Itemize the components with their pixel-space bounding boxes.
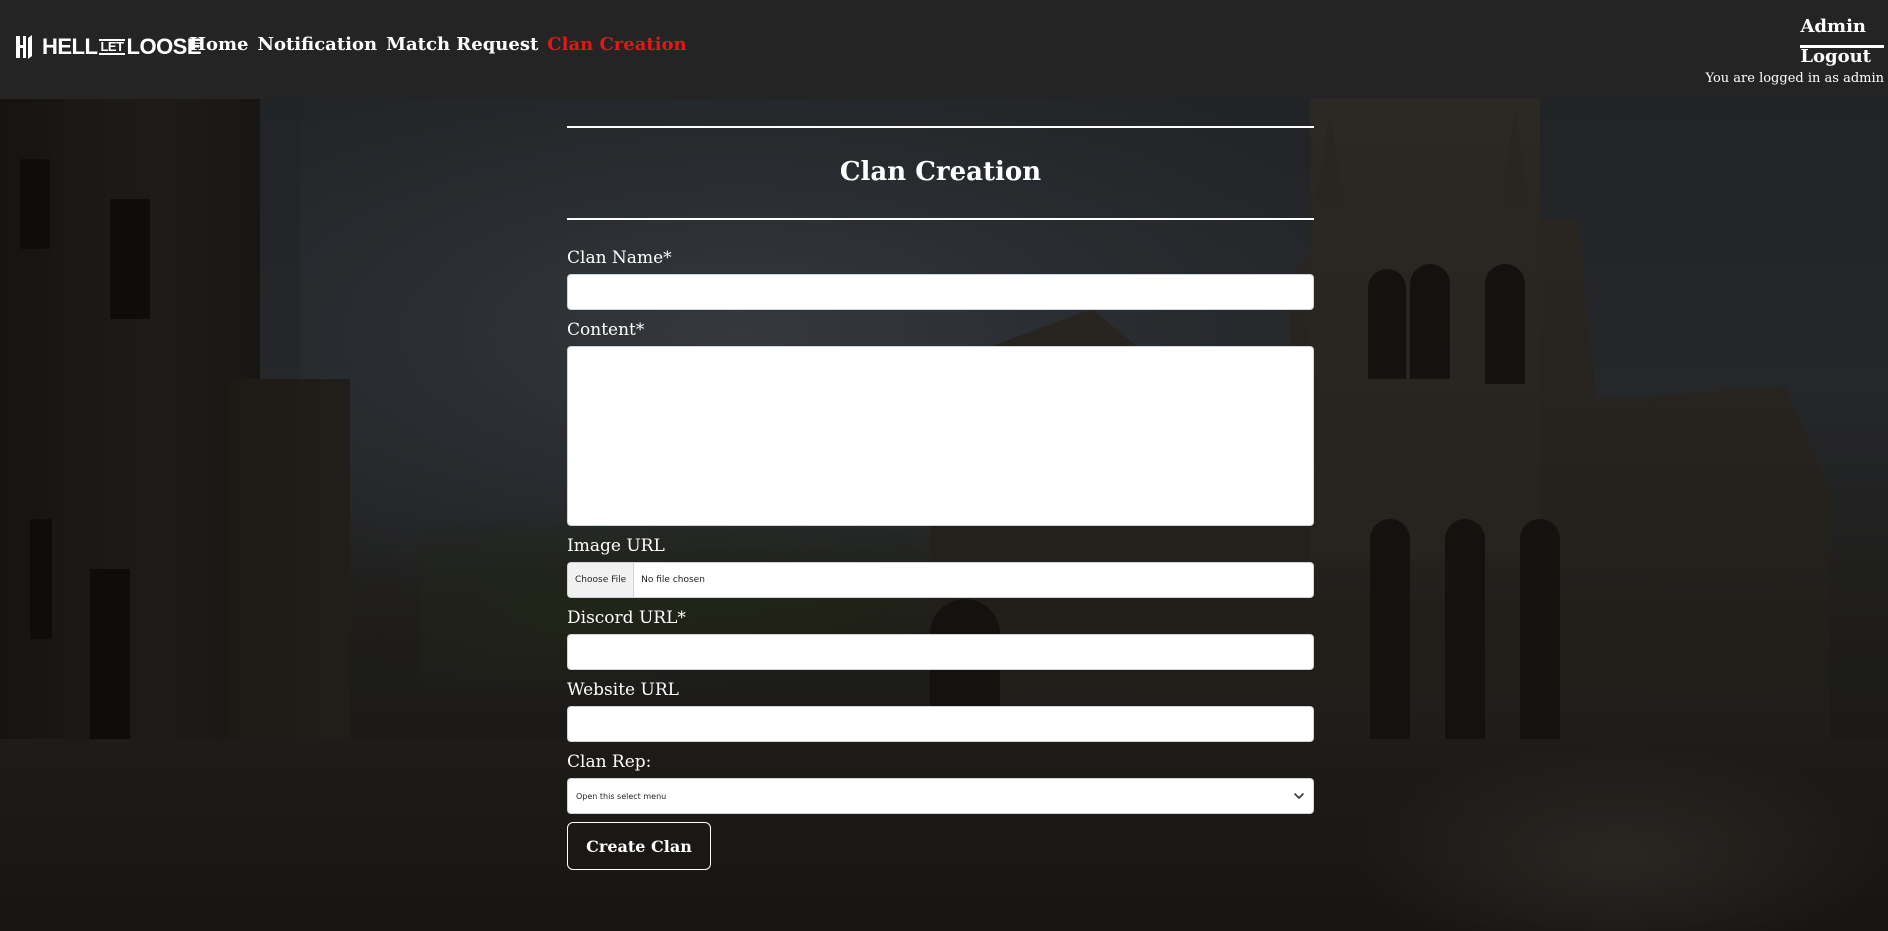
choose-file-button[interactable]: Choose File (568, 563, 635, 597)
logged-in-status: You are logged in as admin (1705, 71, 1885, 86)
clan-rep-selected-value: Open this select menu (576, 791, 667, 801)
image-url-label: Image URL (567, 536, 665, 556)
chevron-down-icon (1294, 793, 1304, 799)
nav-link-clan-creation[interactable]: Clan Creation (547, 34, 686, 55)
file-status-text: No file chosen (641, 575, 705, 585)
top-navbar: HELL LET LOOSE Home Notification Match R… (0, 0, 1888, 99)
user-menu: Admin Logout You are logged in as admin (1684, 16, 1884, 86)
clan-rep-label: Clan Rep: (567, 752, 652, 772)
clan-name-input[interactable] (567, 274, 1314, 310)
top-divider (567, 126, 1314, 128)
clan-name-label: Clan Name* (567, 248, 672, 268)
nav-divider (1800, 45, 1884, 48)
brand-logo-link[interactable]: HELL LET LOOSE (14, 34, 202, 60)
website-url-input[interactable] (567, 706, 1314, 742)
nav-link-notification[interactable]: Notification (258, 34, 378, 55)
title-divider (567, 218, 1314, 220)
logout-link[interactable]: Logout (1684, 46, 1884, 67)
nav-link-match-request[interactable]: Match Request (386, 34, 538, 55)
nav-link-home[interactable]: Home (189, 34, 249, 55)
brand-wordmark: HELL LET LOOSE (42, 34, 202, 59)
discord-url-input[interactable] (567, 634, 1314, 670)
discord-url-label: Discord URL* (567, 608, 686, 628)
nav-links: Home Notification Match Request Clan Cre… (189, 34, 687, 55)
page-title: Clan Creation (839, 157, 1042, 187)
hell-let-loose-logo-icon (16, 35, 32, 59)
image-file-input[interactable]: Choose File No file chosen (567, 562, 1314, 598)
clan-rep-select[interactable]: Open this select menu (567, 778, 1314, 814)
create-clan-button[interactable]: Create Clan (567, 822, 711, 870)
admin-link[interactable]: Admin (1684, 16, 1884, 37)
clan-creation-form: Clan Creation Clan Name* Content* Image … (567, 126, 1314, 870)
content-label: Content* (567, 320, 645, 340)
website-url-label: Website URL (567, 680, 679, 700)
content-textarea[interactable] (567, 346, 1314, 526)
